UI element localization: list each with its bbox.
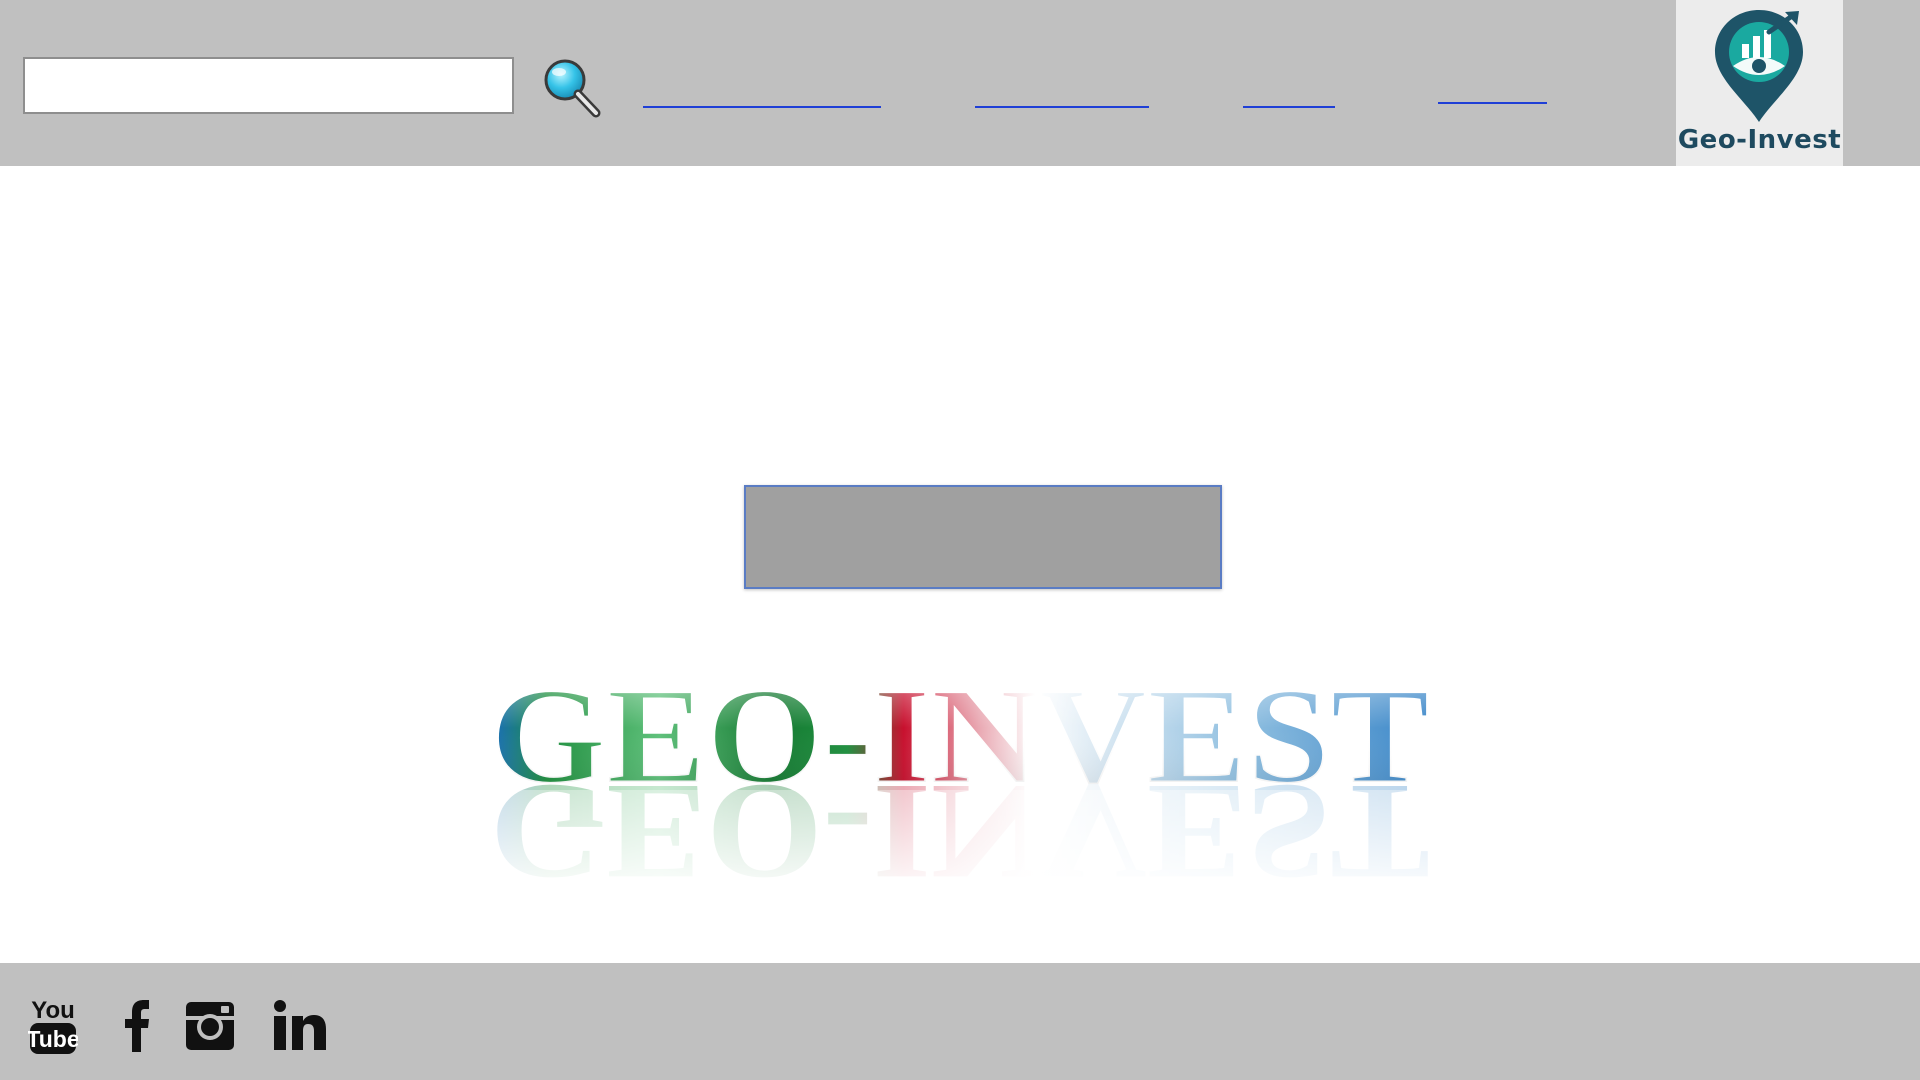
facebook-link[interactable]	[118, 994, 152, 1061]
youtube-link[interactable]: You Tube	[26, 994, 80, 1061]
search-input[interactable]	[23, 57, 514, 114]
facebook-icon	[125, 1000, 149, 1052]
svg-text:You: You	[31, 997, 75, 1024]
brand-name: Geo-Invest	[1677, 125, 1842, 155]
instagram-link[interactable]	[184, 994, 236, 1061]
linkedin-icon	[274, 1000, 326, 1050]
youtube-icon: You Tube	[26, 997, 80, 1054]
svg-text:Tube: Tube	[28, 1026, 78, 1052]
hero-logo: GEO-INVEST GEO-INVEST GEO-INVEST	[480, 658, 1440, 900]
instagram-icon	[186, 1002, 234, 1050]
brand-logo[interactable]: Geo-Invest	[1676, 0, 1843, 166]
magnifier-icon	[544, 59, 601, 118]
search-button[interactable]	[540, 55, 604, 121]
nav-link-2[interactable]	[975, 82, 1149, 108]
nav-link-3[interactable]	[1243, 82, 1335, 108]
map-pin-chart-icon	[1715, 10, 1803, 122]
linkedin-link[interactable]	[272, 994, 328, 1061]
main-action-button[interactable]	[744, 485, 1222, 589]
nav-link-1[interactable]	[643, 82, 881, 108]
site-header: Geo-Invest	[0, 0, 1920, 166]
nav-link-4[interactable]	[1438, 78, 1547, 104]
